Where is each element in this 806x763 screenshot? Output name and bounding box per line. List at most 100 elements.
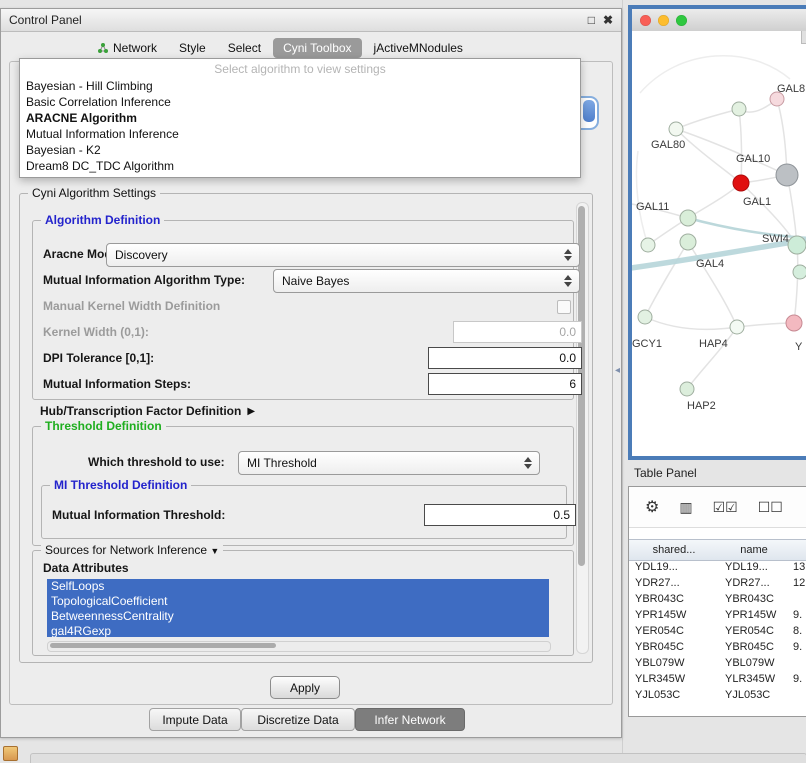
cell-extra: 9. bbox=[793, 607, 802, 623]
dropdown-item[interactable]: Basic Correlation Inference bbox=[20, 94, 580, 110]
column-header-name[interactable]: name bbox=[719, 539, 790, 561]
tab-style[interactable]: Style bbox=[169, 38, 216, 58]
column-header-partial[interactable] bbox=[789, 539, 806, 561]
network-node[interactable] bbox=[776, 164, 798, 186]
hub-section-toggle[interactable]: Hub/Transcription Factor Definition ▶ bbox=[40, 404, 255, 418]
dpi-tolerance-value: 0.0 bbox=[559, 351, 576, 365]
mi-type-select[interactable]: Naive Bayes bbox=[273, 269, 580, 293]
network-node[interactable] bbox=[680, 210, 696, 226]
algorithm-dropdown-popup: Select algorithm to view settings Bayesi… bbox=[19, 58, 581, 178]
network-icon bbox=[97, 42, 109, 54]
table-row[interactable]: YBR045C YBR045C 9. bbox=[629, 639, 806, 655]
table-row[interactable]: YLR345W YLR345W 9. bbox=[629, 671, 806, 687]
manual-kernel-checkbox[interactable] bbox=[557, 300, 571, 314]
cell-shared-name: YBL079W bbox=[635, 655, 685, 671]
cell-shared-name: YBR045C bbox=[635, 639, 684, 655]
table-row[interactable]: YDR27... YDR27... 12 bbox=[629, 575, 806, 591]
attributes-horizontal-scrollbar[interactable] bbox=[47, 641, 551, 652]
tab-discretize-data[interactable]: Discretize Data bbox=[241, 708, 355, 731]
tab-impute-data-label: Impute Data bbox=[162, 713, 227, 727]
network-node[interactable] bbox=[732, 102, 746, 116]
node-label: Y bbox=[795, 341, 803, 353]
minimize-traffic-light-icon[interactable] bbox=[658, 15, 669, 26]
close-window-icon[interactable]: ✖ bbox=[603, 14, 613, 26]
manual-kernel-label: Manual Kernel Width Definition bbox=[43, 299, 220, 313]
node-label: GCY1 bbox=[632, 338, 662, 350]
network-node[interactable] bbox=[793, 265, 806, 279]
dropdown-item[interactable]: Bayesian - Hill Climbing bbox=[20, 78, 580, 94]
close-traffic-light-icon[interactable] bbox=[640, 15, 651, 26]
mi-type-value: Naive Bayes bbox=[282, 274, 349, 288]
attribute-item-selected[interactable]: TopologicalCoefficient bbox=[47, 594, 549, 609]
table-panel-window: ⚙ ▥ ☑☑ ☐☐ shared... name YDL19... YDL19.… bbox=[628, 486, 806, 717]
collapse-down-icon: ▼ bbox=[210, 546, 219, 556]
aracne-mode-select[interactable]: Discovery bbox=[106, 243, 580, 267]
network-node[interactable] bbox=[786, 315, 802, 331]
kernel-width-input[interactable]: 0.0 bbox=[453, 321, 582, 343]
mi-threshold-input[interactable]: 0.5 bbox=[424, 504, 576, 526]
cell-name: YBR045C bbox=[725, 639, 774, 655]
select-all-icon[interactable]: ☑☑ bbox=[713, 499, 738, 516]
dropdown-item-selected[interactable]: ARACNE Algorithm bbox=[20, 110, 580, 126]
tab-select[interactable]: Select bbox=[218, 38, 271, 58]
column-header-shared-name[interactable]: shared... bbox=[629, 539, 720, 561]
cell-shared-name: YPR145W bbox=[635, 607, 686, 623]
network-node-gal10[interactable] bbox=[733, 175, 749, 191]
float-window-icon[interactable]: □ bbox=[588, 14, 595, 26]
cell-extra: 13 bbox=[793, 559, 805, 575]
table-row[interactable]: YJL053C YJL053C bbox=[629, 687, 806, 703]
table-row[interactable]: YBR043C YBR043C bbox=[629, 591, 806, 607]
mi-steps-input[interactable]: 6 bbox=[428, 373, 582, 395]
tab-jactivemnodules[interactable]: jActiveMNodules bbox=[364, 38, 473, 58]
which-threshold-select[interactable]: MI Threshold bbox=[238, 451, 540, 475]
mi-threshold-group-title: MI Threshold Definition bbox=[50, 478, 191, 492]
columns-icon[interactable]: ▥ bbox=[679, 499, 692, 516]
table-row[interactable]: YPR145W YPR145W 9. bbox=[629, 607, 806, 623]
collapse-right-icon: ▶ bbox=[247, 406, 255, 417]
table-row[interactable]: YBL079W YBL079W bbox=[629, 655, 806, 671]
tab-jactivemnodules-label: jActiveMNodules bbox=[374, 41, 463, 55]
network-node[interactable] bbox=[638, 310, 652, 324]
combo-arrows-icon bbox=[560, 275, 579, 287]
network-node[interactable] bbox=[680, 382, 694, 396]
dpi-tolerance-input[interactable]: 0.0 bbox=[428, 347, 582, 369]
attribute-item-selected[interactable]: gal4RGexp bbox=[47, 624, 549, 637]
network-node[interactable] bbox=[669, 122, 683, 136]
scroll-corner bbox=[801, 31, 806, 44]
cell-extra: 9. bbox=[793, 639, 802, 655]
table-row[interactable]: YDL19... YDL19... 13 bbox=[629, 559, 806, 575]
network-node[interactable] bbox=[730, 320, 744, 334]
node-label: GAL1 bbox=[743, 196, 771, 208]
tab-infer-network[interactable]: Infer Network bbox=[355, 708, 465, 731]
table-row[interactable]: YER054C YER054C 8. bbox=[629, 623, 806, 639]
attribute-item-selected[interactable]: BetweennessCentrality bbox=[47, 609, 549, 624]
network-node[interactable] bbox=[680, 234, 696, 250]
tab-network[interactable]: Network bbox=[87, 38, 167, 58]
gear-icon[interactable]: ⚙ bbox=[645, 497, 659, 517]
dropdown-item[interactable]: Mutual Information Inference bbox=[20, 126, 580, 142]
sources-group-title[interactable]: Sources for Network Inference ▼ bbox=[41, 543, 223, 557]
mi-type-label: Mutual Information Algorithm Type: bbox=[43, 273, 245, 287]
combo-button-icon bbox=[583, 100, 595, 122]
network-node[interactable] bbox=[641, 238, 655, 252]
node-label: HAP2 bbox=[687, 400, 716, 412]
dropdown-item[interactable]: Bayesian - K2 bbox=[20, 142, 580, 158]
dropdown-item[interactable]: Dream8 DC_TDC Algorithm bbox=[20, 158, 580, 174]
control-panel-window: Control Panel □ ✖ Network Style Select C… bbox=[0, 8, 622, 738]
tab-cyni-toolbox[interactable]: Cyni Toolbox bbox=[273, 38, 361, 58]
node-label: GAL8 bbox=[777, 83, 805, 95]
table-panel-title: Table Panel bbox=[634, 466, 697, 480]
dropdown-placeholder: Select algorithm to view settings bbox=[20, 61, 580, 78]
attribute-item-selected[interactable]: SelfLoops bbox=[47, 579, 549, 594]
deselect-all-icon[interactable]: ☐☐ bbox=[758, 499, 783, 516]
table-toolbar: ⚙ ▥ ☑☑ ☐☐ bbox=[629, 487, 806, 528]
apply-button[interactable]: Apply bbox=[270, 676, 340, 699]
zoom-traffic-light-icon[interactable] bbox=[676, 15, 687, 26]
tab-impute-data[interactable]: Impute Data bbox=[149, 708, 241, 731]
scrollbar-thumb[interactable] bbox=[50, 643, 276, 648]
divider-collapse-icon[interactable]: ◂ bbox=[615, 365, 620, 376]
sources-title-text: Sources for Network Inference bbox=[45, 543, 207, 557]
network-node[interactable] bbox=[788, 236, 806, 254]
network-canvas[interactable]: GAL8 GAL80 GAL10 GAL11 GAL1 SWI4 GAL4 GC… bbox=[632, 31, 806, 456]
minimized-window-icon[interactable] bbox=[3, 746, 18, 761]
